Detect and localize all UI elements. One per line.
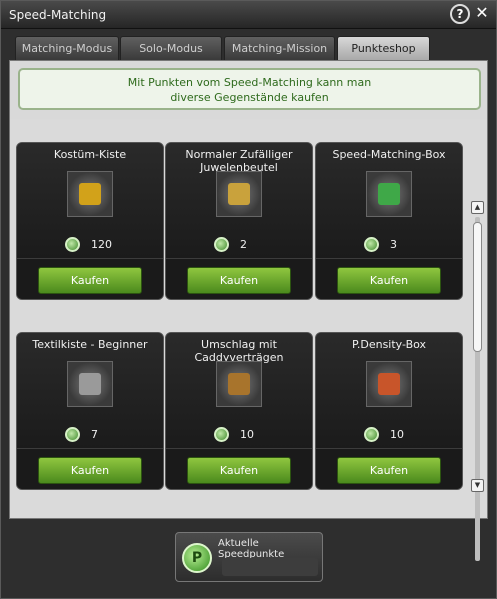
- item-price: 10: [390, 428, 404, 441]
- p-density-box-icon: [378, 373, 400, 395]
- chevron-up-icon: ▲: [474, 203, 481, 211]
- scroll-down-button[interactable]: ▼: [471, 479, 484, 492]
- item-price: 7: [91, 428, 98, 441]
- price-row: 120: [17, 237, 163, 253]
- item-icon-frame: [366, 171, 412, 217]
- price-row: 3: [316, 237, 462, 253]
- shop-item: Umschlag mit Caddyverträgen 10 Kaufen: [165, 332, 313, 490]
- item-name: Speed-Matching-Box: [332, 148, 446, 161]
- tab-solo-modus[interactable]: Solo-Modus: [120, 36, 222, 60]
- item-icon-frame: [216, 361, 262, 407]
- info-box: Mit Punkten vom Speed-Matching kann man …: [18, 68, 481, 110]
- speed-points-value: [222, 558, 318, 576]
- item-name: Kostüm-Kiste: [53, 148, 127, 161]
- speed-point-coin-icon: [364, 237, 379, 252]
- tab-matching-modus[interactable]: Matching-Modus: [15, 36, 119, 60]
- speed-points-icon: P: [182, 543, 212, 573]
- tab-matching-mission[interactable]: Matching-Mission: [224, 36, 335, 60]
- speed-point-coin-icon: [364, 427, 379, 442]
- speed-point-coin-icon: [214, 237, 229, 252]
- price-row: 10: [166, 427, 312, 443]
- info-line-1: Mit Punkten vom Speed-Matching kann man: [127, 76, 372, 89]
- jewel-bag-icon: [228, 183, 250, 205]
- chevron-down-icon: ▼: [474, 481, 481, 489]
- item-icon-frame: [67, 171, 113, 217]
- speed-point-coin-icon: [65, 427, 80, 442]
- scroll-up-button[interactable]: ▲: [471, 201, 484, 214]
- scroll-thumb[interactable]: [473, 222, 482, 352]
- buy-button[interactable]: Kaufen: [187, 457, 291, 484]
- price-row: 7: [17, 427, 163, 443]
- item-name: P.Density-Box: [351, 338, 427, 351]
- window-title: Speed-Matching: [9, 8, 107, 22]
- speed-point-coin-icon: [65, 237, 80, 252]
- shop-item: Kostüm-Kiste 120 Kaufen: [16, 142, 164, 300]
- shop-item: Normaler Zufälliger Juwelenbeutel 2 Kauf…: [165, 142, 313, 300]
- item-icon-frame: [366, 361, 412, 407]
- item-icon-frame: [216, 171, 262, 217]
- shop-item: P.Density-Box 10 Kaufen: [315, 332, 463, 490]
- buy-button[interactable]: Kaufen: [337, 267, 441, 294]
- tab-punkteshop[interactable]: Punkteshop: [337, 36, 430, 60]
- costume-box-icon: [79, 183, 101, 205]
- speed-points-box: P Aktuelle Speedpunkte: [175, 532, 323, 582]
- speed-points-label: Aktuelle Speedpunkte: [218, 538, 285, 560]
- speed-point-coin-icon: [214, 427, 229, 442]
- help-icon: ?: [456, 7, 464, 21]
- close-icon: ✕: [475, 3, 489, 22]
- item-icon-frame: [67, 361, 113, 407]
- info-line-2: diverse Gegenstände kaufen: [170, 91, 329, 104]
- buy-button[interactable]: Kaufen: [38, 267, 142, 294]
- price-row: 2: [166, 237, 312, 253]
- item-price: 120: [91, 238, 112, 251]
- item-price: 2: [240, 238, 247, 251]
- close-button[interactable]: ✕: [472, 4, 492, 24]
- title-bar[interactable]: Speed-Matching ? ✕: [1, 1, 496, 29]
- price-row: 10: [316, 427, 462, 443]
- shop-item: Textilkiste - Beginner 7 Kaufen: [16, 332, 164, 490]
- shop-item: Speed-Matching-Box 3 Kaufen: [315, 142, 463, 300]
- shop-panel: Mit Punkten vom Speed-Matching kann man …: [9, 60, 488, 561]
- buy-button[interactable]: Kaufen: [38, 457, 142, 484]
- caddy-envelope-icon: [228, 373, 250, 395]
- buy-button[interactable]: Kaufen: [337, 457, 441, 484]
- item-list[interactable]: Kostüm-Kiste 120 Kaufen Normaler Zufälli…: [10, 119, 487, 561]
- item-price: 3: [390, 238, 397, 251]
- buy-button[interactable]: Kaufen: [187, 267, 291, 294]
- scrollbar[interactable]: ▲ ▼: [471, 201, 484, 577]
- textile-box-icon: [79, 373, 101, 395]
- item-name: Textilkiste - Beginner: [32, 338, 148, 351]
- speed-matching-box-icon: [378, 183, 400, 205]
- help-button[interactable]: ?: [450, 4, 470, 24]
- speed-matching-window: Speed-Matching ? ✕ Matching-Modus Solo-M…: [0, 0, 497, 599]
- item-price: 10: [240, 428, 254, 441]
